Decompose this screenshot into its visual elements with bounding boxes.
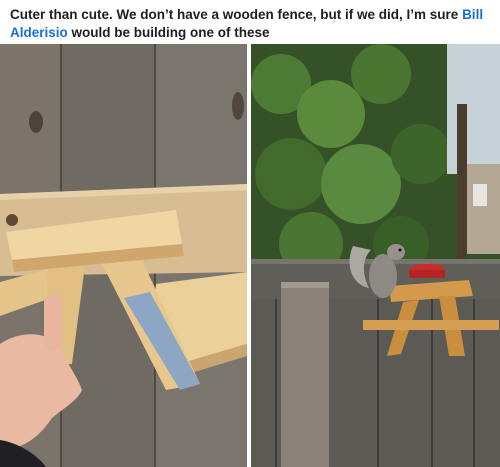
post-caption: Cuter than cute. We don’t have a wooden … <box>10 6 495 42</box>
photo-right[interactable] <box>251 44 500 467</box>
caption-text-end: would be building one of these <box>67 25 270 40</box>
photo-left[interactable] <box>0 44 247 467</box>
picnic-table-photo <box>0 44 247 467</box>
caption-text-start: Cuter than cute. We don’t have a wooden … <box>10 7 463 22</box>
squirrel-photo <box>251 44 500 467</box>
